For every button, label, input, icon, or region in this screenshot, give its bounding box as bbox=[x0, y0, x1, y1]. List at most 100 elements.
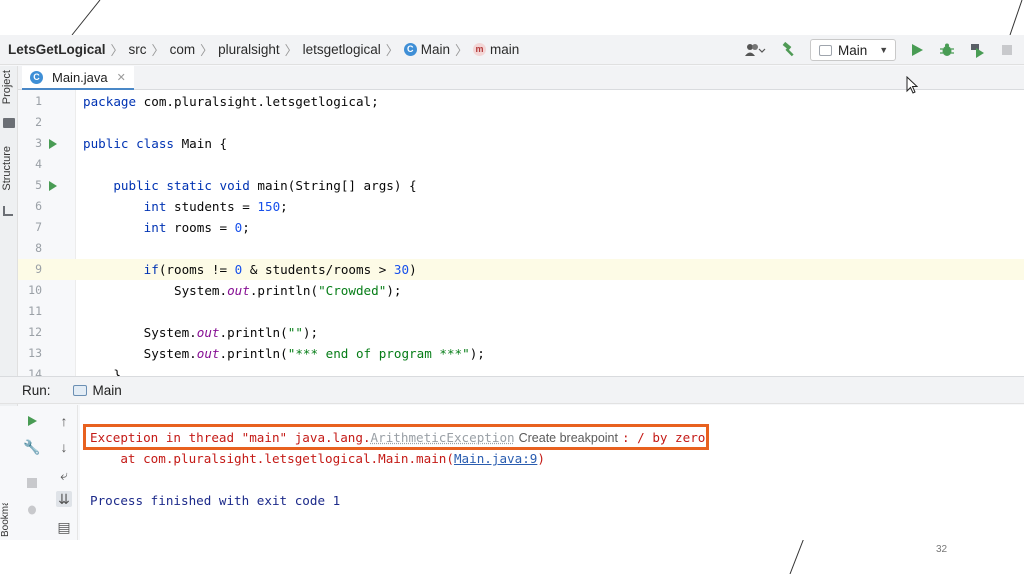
breadcrumb-pluralsight[interactable]: pluralsight bbox=[218, 42, 280, 57]
slide-decor-line-bottom bbox=[789, 538, 805, 574]
tab-main-java[interactable]: C Main.java ✕ bbox=[22, 66, 134, 90]
breadcrumb-main-class-label: Main bbox=[420, 42, 450, 57]
console-icon bbox=[72, 384, 87, 396]
code-text: public static void main(String[] args) { bbox=[113, 178, 417, 193]
print-icon[interactable]: ▤ bbox=[56, 519, 72, 535]
breadcrumb-project[interactable]: LetsGetLogical bbox=[8, 42, 106, 57]
code-text: } bbox=[83, 367, 121, 376]
breadcrumb-main-class[interactable]: C Main bbox=[403, 42, 450, 57]
slide-decor-line-top-right bbox=[1009, 0, 1023, 36]
slide-page-number: 32 bbox=[936, 544, 948, 555]
line-number: 13 bbox=[28, 346, 42, 360]
debug-disabled-icon[interactable] bbox=[24, 501, 40, 517]
user-account-icon[interactable] bbox=[742, 41, 768, 59]
editor-tab-bar: C Main.java ✕ bbox=[18, 66, 1024, 90]
breadcrumb: LetsGetLogical 〉 src 〉 com 〉 pluralsight… bbox=[0, 40, 519, 59]
breadcrumb-com[interactable]: com bbox=[170, 42, 196, 57]
line-number: 4 bbox=[35, 157, 42, 171]
breadcrumb-separator-icon: 〉 bbox=[151, 43, 165, 58]
stacktrace-suffix: ) bbox=[537, 451, 545, 466]
run-with-coverage-icon[interactable] bbox=[968, 41, 986, 59]
wrench-settings-icon[interactable]: 🔧 bbox=[23, 439, 40, 455]
code-text: int rooms = 0; bbox=[143, 220, 250, 235]
soft-wrap-icon[interactable]: ⤶ bbox=[56, 467, 72, 483]
breadcrumb-main-method[interactable]: m main bbox=[473, 42, 519, 57]
bookmarks-tool-tab-label: Bookmarks bbox=[0, 503, 11, 537]
left-tool-strip: Project Structure bbox=[0, 66, 18, 406]
code-line: 3 public class Main { bbox=[18, 133, 1024, 154]
tab-run-main[interactable]: Main bbox=[72, 382, 122, 398]
code-line: 8 bbox=[18, 238, 1024, 259]
line-number: 2 bbox=[35, 115, 42, 129]
line-number: 9 bbox=[35, 262, 42, 276]
bookmarks-tool-tab[interactable]: Bookmarks bbox=[0, 503, 11, 537]
code-line: 11 bbox=[18, 301, 1024, 322]
code-line: 1 package com.pluralsight.letsgetlogical; bbox=[18, 91, 1024, 112]
navigation-bar: LetsGetLogical 〉 src 〉 com 〉 pluralsight… bbox=[0, 35, 1024, 65]
code-text: if(rooms != 0 & students/rooms > 30) bbox=[143, 262, 417, 277]
arrow-up-icon[interactable]: ↑ bbox=[56, 413, 72, 429]
line-number: 12 bbox=[28, 325, 42, 339]
stop-icon[interactable] bbox=[24, 475, 40, 491]
code-line-current: 9 if(rooms != 0 & students/rooms > 30) bbox=[18, 259, 1024, 280]
structure-icon[interactable] bbox=[3, 206, 13, 216]
run-configuration-select[interactable]: Main ▼ bbox=[810, 39, 896, 61]
tab-main-java-label: Main.java bbox=[52, 69, 108, 85]
console-process-finished-line: Process finished with exit code 1 bbox=[90, 493, 341, 508]
run-label: Run: bbox=[22, 382, 51, 398]
code-text: package com.pluralsight.letsgetlogical; bbox=[83, 94, 379, 109]
run-gutter-icon[interactable] bbox=[49, 181, 57, 191]
tab-run-main-label: Main bbox=[92, 382, 122, 398]
code-line: 6 int students = 150; bbox=[18, 196, 1024, 217]
line-number: 8 bbox=[35, 241, 42, 255]
run-configuration-label: Main bbox=[838, 42, 868, 58]
run-icon[interactable] bbox=[908, 41, 926, 59]
build-hammer-icon[interactable] bbox=[780, 41, 798, 59]
run-gutter-icon[interactable] bbox=[49, 139, 57, 149]
breadcrumb-letsgetlogical[interactable]: letsgetlogical bbox=[303, 42, 381, 57]
scroll-to-end-icon[interactable]: ⇊ bbox=[56, 491, 72, 507]
run-tool-window-header: Run: Main bbox=[0, 376, 1024, 404]
close-icon[interactable]: ✕ bbox=[117, 71, 126, 84]
project-folder-icon[interactable] bbox=[3, 118, 15, 128]
breadcrumb-separator-icon: 〉 bbox=[385, 43, 399, 58]
class-icon: C bbox=[403, 43, 417, 56]
console-stacktrace-line: at com.pluralsight.letsgetlogical.Main.m… bbox=[90, 451, 545, 466]
breadcrumb-separator-icon: 〉 bbox=[110, 43, 124, 58]
arrow-down-icon[interactable]: ↓ bbox=[56, 439, 72, 455]
class-icon: C bbox=[30, 70, 43, 84]
method-icon: m bbox=[473, 43, 486, 56]
toolbar: Main ▼ bbox=[742, 35, 1016, 65]
code-text: public class Main { bbox=[83, 136, 228, 151]
slide-decor-line-top-left bbox=[71, 0, 101, 36]
line-number: 7 bbox=[35, 220, 42, 234]
code-text: int students = 150; bbox=[143, 199, 288, 214]
code-line: 7 int rooms = 0; bbox=[18, 217, 1024, 238]
breadcrumb-src[interactable]: src bbox=[129, 42, 147, 57]
breadcrumb-separator-icon: 〉 bbox=[284, 43, 298, 58]
structure-tool-tab[interactable]: Structure bbox=[1, 146, 17, 191]
rerun-icon[interactable] bbox=[24, 413, 40, 429]
project-tool-tab[interactable]: Project bbox=[1, 70, 17, 104]
console-toolbar-secondary: ↑ ↓ ⤶ ⇊ ▤ bbox=[50, 405, 78, 540]
code-line: 2 bbox=[18, 112, 1024, 133]
code-line: 14 } bbox=[18, 364, 1024, 376]
breadcrumb-separator-icon: 〉 bbox=[200, 43, 214, 58]
line-number: 1 bbox=[35, 94, 42, 108]
debug-bug-icon[interactable] bbox=[938, 41, 956, 59]
breadcrumb-main-method-label: main bbox=[490, 42, 520, 57]
code-line: 10 System.out.println("Crowded"); bbox=[18, 280, 1024, 301]
console-toolbar-primary: 🔧 bbox=[18, 405, 46, 540]
code-line: 13 System.out.println("*** end of progra… bbox=[18, 343, 1024, 364]
code-line: 4 bbox=[18, 154, 1024, 175]
code-editor[interactable]: 1 package com.pluralsight.letsgetlogical;… bbox=[18, 90, 1024, 376]
stop-icon[interactable] bbox=[998, 41, 1016, 59]
code-line: 5 public static void main(String[] args)… bbox=[18, 175, 1024, 196]
ide-window: LetsGetLogical 〉 src 〉 com 〉 pluralsight… bbox=[0, 35, 1024, 540]
mouse-pointer-icon bbox=[906, 75, 919, 99]
source-location-link[interactable]: Main.java:9 bbox=[454, 451, 537, 466]
line-number: 5 bbox=[35, 178, 42, 192]
code-text: System.out.println("Crowded"); bbox=[83, 283, 402, 298]
exception-highlight-box bbox=[83, 424, 709, 450]
line-number: 11 bbox=[28, 304, 42, 318]
